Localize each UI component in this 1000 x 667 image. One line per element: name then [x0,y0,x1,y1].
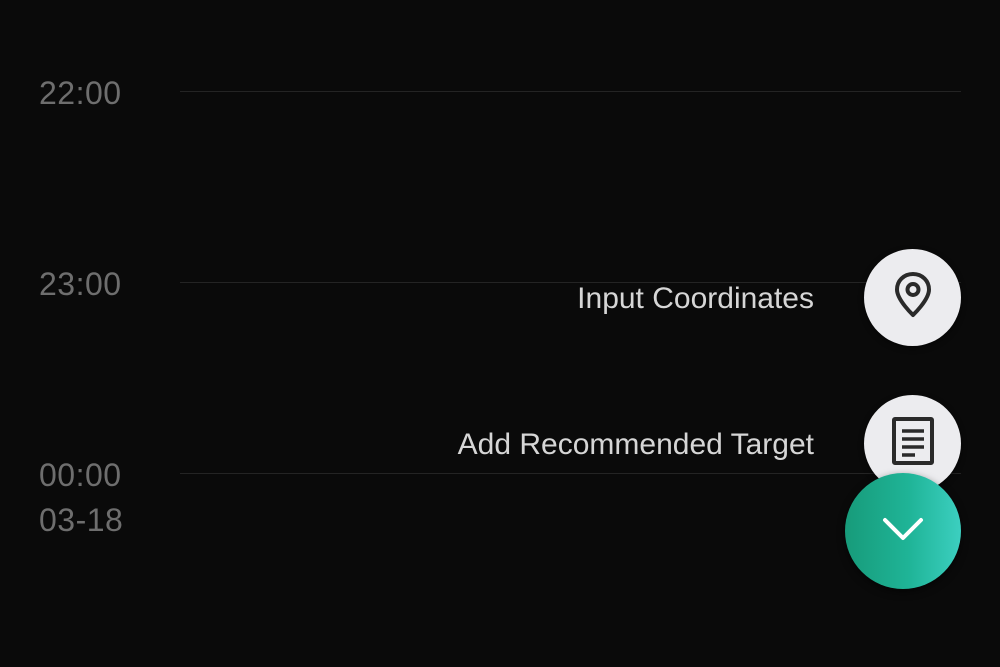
date-label: 03-18 [39,502,124,538]
fab-toggle-button[interactable] [845,473,961,589]
input-coordinates-button[interactable] [864,249,961,346]
hour-divider [180,91,961,92]
location-pin-icon [891,270,935,325]
time-label-23: 23:00 [39,266,122,302]
hour-divider [180,473,961,474]
document-list-icon [891,416,935,471]
hour-divider [180,282,961,283]
time-label-00: 00:00 [39,457,122,493]
add-recommended-target-label[interactable]: Add Recommended Target [458,427,814,463]
input-coordinates-label[interactable]: Input Coordinates [577,281,814,317]
chevron-down-icon [881,514,925,549]
timeline-screen: 22:00 23:00 00:00 03-18 Input Coordinate… [0,0,1000,667]
time-label-22: 22:00 [39,75,122,111]
